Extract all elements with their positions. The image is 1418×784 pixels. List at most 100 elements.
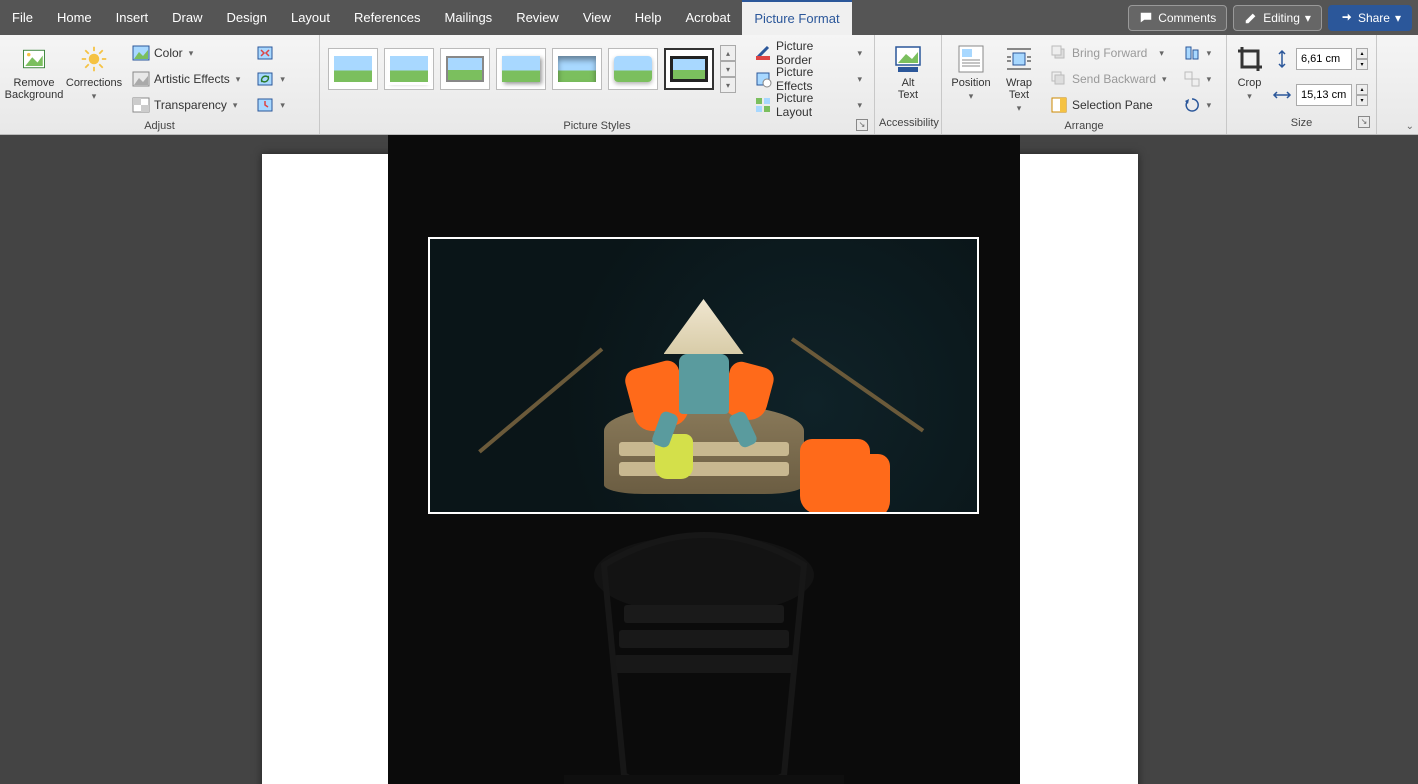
share-label: Share (1358, 11, 1390, 25)
tab-layout[interactable]: Layout (279, 0, 342, 35)
tab-picture-format[interactable]: Picture Format (742, 0, 851, 35)
wrap-text-button[interactable]: Wrap Text▾ (996, 39, 1042, 118)
group-objects-button[interactable]: ▾ (1179, 67, 1216, 91)
color-label: Color (154, 46, 183, 60)
picture-icon (132, 44, 150, 62)
selection-pane-button[interactable]: Selection Pane (1046, 93, 1171, 117)
boat (604, 404, 804, 494)
tab-help[interactable]: Help (623, 0, 674, 35)
gallery-more-button[interactable]: ▾ (720, 77, 736, 93)
width-spin-up[interactable]: ▴ (1356, 84, 1368, 95)
document-canvas[interactable] (0, 135, 1418, 784)
layout-icon (754, 96, 772, 114)
chevron-down-icon: ▾ (236, 74, 241, 85)
transparency-icon (132, 96, 150, 114)
width-icon (1272, 85, 1292, 105)
group-picture-styles: ▴ ▾ ▾ Picture Border▾ Picture Effects▾ P… (320, 35, 875, 134)
rotate-button[interactable]: ▾ (1179, 93, 1216, 117)
chevron-down-icon: ▾ (1207, 74, 1212, 85)
position-button[interactable]: Position▾ (946, 39, 996, 106)
height-spin-up[interactable]: ▴ (1356, 48, 1368, 59)
picture-border-button[interactable]: Picture Border ▾ (750, 41, 866, 65)
share-icon (1339, 11, 1353, 25)
style-item-7-selected[interactable] (664, 48, 714, 90)
bring-forward-icon (1050, 44, 1068, 62)
height-icon (1272, 49, 1292, 69)
position-icon (955, 43, 987, 75)
picture-effects-button[interactable]: Picture Effects▾ (750, 67, 866, 91)
tab-file[interactable]: File (0, 0, 45, 35)
corrections-button[interactable]: Corrections ▾ (64, 39, 124, 106)
chevron-down-icon: ▾ (969, 91, 974, 102)
align-button[interactable]: ▾ (1179, 41, 1216, 65)
effects-icon (754, 70, 772, 88)
gallery-down-button[interactable]: ▾ (720, 61, 736, 77)
style-item-3[interactable] (440, 48, 490, 90)
border-label: Picture Border (776, 39, 851, 67)
chevron-down-icon: ▾ (1159, 48, 1164, 59)
group-label-styles: Picture Styles (563, 120, 630, 132)
group-arrange: Position▾ Wrap Text▾ Bring Forward▾ Send… (942, 35, 1227, 134)
chevron-down-icon: ▾ (857, 48, 862, 59)
height-input[interactable] (1296, 48, 1352, 70)
share-button[interactable]: Share ▾ (1328, 5, 1412, 31)
collapse-ribbon-button[interactable]: ⌄ (1406, 121, 1414, 132)
tab-view[interactable]: View (571, 0, 623, 35)
group-label-arrange: Arrange (946, 119, 1222, 134)
send-backward-button[interactable]: Send Backward ▾ (1046, 67, 1171, 91)
styles-dialog-launcher[interactable]: ↘ (856, 119, 868, 131)
tab-review[interactable]: Review (504, 0, 571, 35)
chevron-down-icon: ▾ (1162, 74, 1167, 85)
artistic-effects-button[interactable]: Artistic Effects▾ (128, 67, 244, 91)
reset-picture-button[interactable]: ▾ (252, 93, 289, 117)
comments-button[interactable]: Comments (1128, 5, 1227, 31)
tab-insert[interactable]: Insert (104, 0, 161, 35)
group-size: Crop▾ ▴▾ ▴▾ Size↘ (1227, 35, 1377, 134)
style-item-5[interactable] (552, 48, 602, 90)
editing-mode-button[interactable]: Editing ▾ (1233, 5, 1322, 31)
editing-label: Editing (1263, 11, 1300, 25)
crop-icon (1234, 43, 1266, 75)
bg-boat-illustration (564, 515, 844, 784)
size-dialog-launcher[interactable]: ↘ (1358, 116, 1370, 128)
remove-background-button[interactable]: Remove Background (4, 39, 64, 105)
tab-draw[interactable]: Draw (160, 0, 214, 35)
transparency-button[interactable]: Transparency▾ (128, 93, 244, 117)
tab-mailings[interactable]: Mailings (433, 0, 505, 35)
width-spin-down[interactable]: ▾ (1356, 95, 1368, 106)
width-input[interactable] (1296, 84, 1352, 106)
style-item-4[interactable] (496, 48, 546, 90)
picture-layout-button[interactable]: Picture Layout▾ (750, 93, 866, 117)
style-item-1[interactable] (328, 48, 378, 90)
send-label: Send Backward (1072, 72, 1156, 86)
alt-text-icon (892, 43, 924, 75)
chevron-down-icon: ▾ (280, 74, 285, 85)
group-label-accessibility: Accessibility (879, 116, 937, 134)
color-button[interactable]: Color▾ (128, 41, 244, 65)
crop-label: Crop (1238, 77, 1262, 89)
crop-button[interactable]: Crop▾ (1231, 39, 1268, 106)
height-spin-down[interactable]: ▾ (1356, 59, 1368, 70)
group-accessibility: Alt Text Accessibility (875, 35, 942, 134)
align-icon (1183, 44, 1201, 62)
comment-icon (1139, 11, 1153, 25)
picture-visible-crop[interactable] (428, 237, 979, 514)
style-item-2[interactable] (384, 48, 434, 90)
styles-gallery: ▴ ▾ ▾ (324, 39, 740, 99)
border-icon (754, 44, 772, 62)
chevron-down-icon: ▾ (857, 100, 862, 111)
alt-text-button[interactable]: Alt Text (879, 39, 937, 105)
tab-references[interactable]: References (342, 0, 432, 35)
tab-home[interactable]: Home (45, 0, 104, 35)
change-picture-icon (256, 70, 274, 88)
style-item-6[interactable] (608, 48, 658, 90)
gallery-up-button[interactable]: ▴ (720, 45, 736, 61)
transparency-label: Transparency (154, 98, 227, 112)
change-picture-button[interactable]: ▾ (252, 67, 289, 91)
tab-acrobat[interactable]: Acrobat (674, 0, 743, 35)
bring-forward-button[interactable]: Bring Forward▾ (1046, 41, 1171, 65)
compress-pictures-button[interactable] (252, 41, 289, 65)
remove-bg-label: Remove Background (5, 77, 64, 101)
effects-label: Picture Effects (776, 65, 851, 93)
tab-design[interactable]: Design (215, 0, 279, 35)
